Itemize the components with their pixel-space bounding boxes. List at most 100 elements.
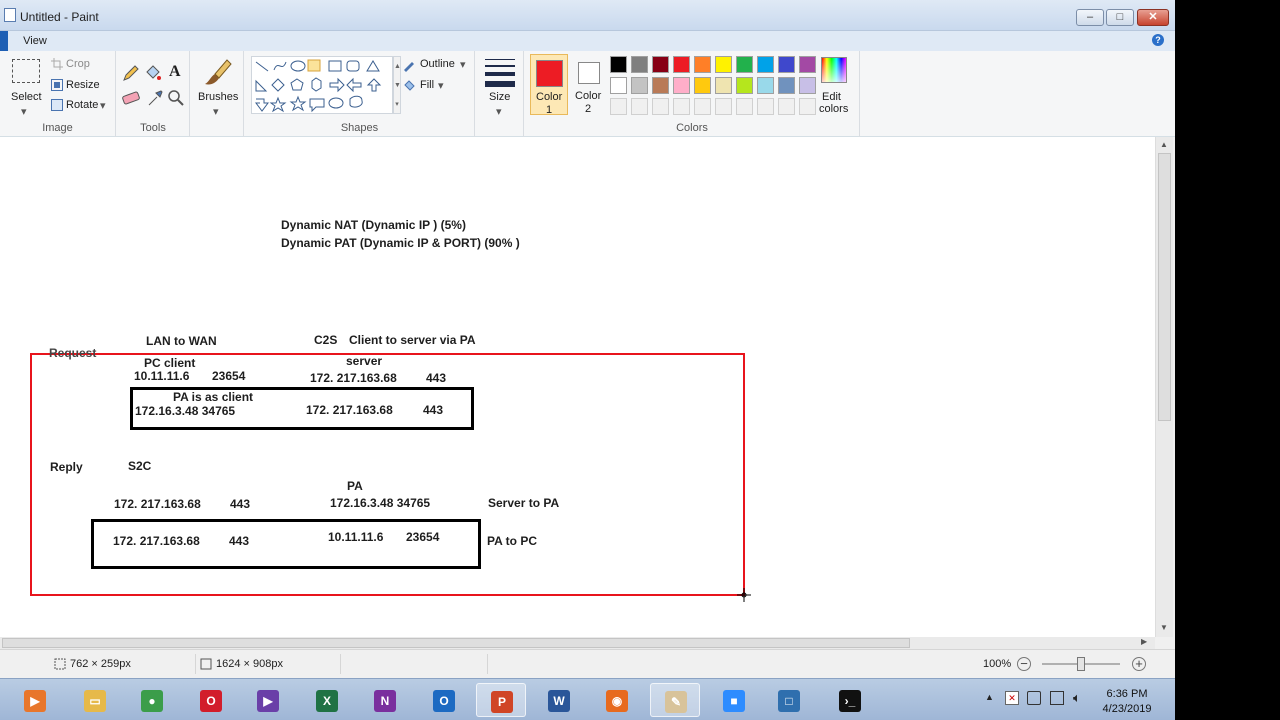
volume-icon[interactable]: 🔈︎: [1073, 690, 1081, 706]
zoom-in-button[interactable]: +: [1132, 657, 1146, 671]
minimize-button[interactable]: –: [1076, 9, 1104, 26]
palette-custom-slot[interactable]: [694, 98, 711, 115]
taskbar-app-firefox[interactable]: ◉: [592, 683, 642, 717]
tab-file[interactable]: [0, 31, 8, 51]
zoom-slider-thumb[interactable]: [1077, 657, 1085, 671]
palette-swatch[interactable]: [610, 56, 627, 73]
zoom-out-button[interactable]: −: [1017, 657, 1031, 671]
palette-swatch[interactable]: [778, 56, 795, 73]
color-picker-icon[interactable]: [146, 89, 164, 107]
select-button[interactable]: Select: [11, 91, 42, 103]
size-icon[interactable]: [485, 59, 515, 87]
pencil-icon[interactable]: [122, 64, 140, 82]
palette-swatch[interactable]: [715, 77, 732, 94]
palette-swatch[interactable]: [631, 77, 648, 94]
select-dropdown-icon[interactable]: ▾: [21, 105, 27, 118]
taskbar-app-windows-media-player[interactable]: ▶: [10, 683, 60, 717]
resize-button[interactable]: Resize: [66, 79, 100, 91]
edit-colors-icon[interactable]: [821, 57, 847, 83]
fill-button[interactable]: Fill: [420, 79, 434, 91]
taskbar-app-outlook[interactable]: O: [419, 683, 469, 717]
palette-swatch[interactable]: [757, 56, 774, 73]
crop-button[interactable]: Crop: [66, 58, 90, 70]
palette-swatch[interactable]: [694, 56, 711, 73]
palette-swatch[interactable]: [673, 77, 690, 94]
brushes-dropdown-icon[interactable]: ▾: [213, 105, 219, 118]
status-separator: [340, 654, 341, 674]
palette-swatch[interactable]: [715, 56, 732, 73]
color1-button[interactable]: Color 1: [530, 54, 568, 116]
taskbar-app-cmd[interactable]: ›_: [825, 683, 875, 717]
brushes-button[interactable]: Brushes: [198, 91, 238, 103]
palette-swatch[interactable]: [736, 77, 753, 94]
palette-custom-slot[interactable]: [778, 98, 795, 115]
taskbar-app-file-explorer[interactable]: ▭: [70, 683, 120, 717]
fill-dropdown-icon[interactable]: ▾: [438, 79, 444, 92]
close-button[interactable]: ✕: [1137, 9, 1169, 26]
horizontal-scrollbar[interactable]: ▶: [0, 637, 1155, 649]
outline-dropdown-icon[interactable]: ▾: [460, 58, 466, 71]
palette-swatch[interactable]: [631, 56, 648, 73]
maximize-button[interactable]: □: [1106, 9, 1134, 26]
paint-app-icon[interactable]: [4, 8, 16, 22]
magnifier-icon[interactable]: [167, 89, 185, 107]
palette-custom-slot[interactable]: [631, 98, 648, 115]
palette-custom-slot[interactable]: [799, 98, 816, 115]
palette-swatch[interactable]: [610, 77, 627, 94]
size-dropdown-icon[interactable]: ▾: [496, 105, 502, 118]
scroll-right-icon[interactable]: ▶: [1141, 637, 1147, 646]
scroll-down-icon[interactable]: ▼: [1160, 623, 1168, 632]
brushes-icon[interactable]: [201, 56, 233, 88]
device-icon[interactable]: [1027, 691, 1041, 705]
palette-custom-slot[interactable]: [610, 98, 627, 115]
taskbar-app-powerpoint[interactable]: P: [476, 683, 526, 717]
text-tool-icon[interactable]: A: [169, 63, 181, 81]
palette-custom-slot[interactable]: [715, 98, 732, 115]
color2-button[interactable]: Color 2: [573, 54, 605, 115]
palette-custom-slot[interactable]: [757, 98, 774, 115]
palette-swatch[interactable]: [673, 56, 690, 73]
shapes-scroll[interactable]: ▲ ▼ ▾: [393, 56, 401, 114]
eraser-icon[interactable]: [122, 89, 140, 107]
palette-custom-slot[interactable]: [673, 98, 690, 115]
palette-swatch[interactable]: [694, 77, 711, 94]
action-center-icon[interactable]: ✕: [1005, 691, 1019, 705]
select-icon[interactable]: [12, 59, 40, 83]
tab-view[interactable]: View: [12, 33, 58, 51]
taskbar-app-paint[interactable]: ✎: [650, 683, 700, 717]
vertical-scroll-thumb[interactable]: [1158, 153, 1171, 421]
taskbar-app-onenote[interactable]: N: [360, 683, 410, 717]
palette-swatch[interactable]: [652, 77, 669, 94]
palette-swatch[interactable]: [757, 77, 774, 94]
system-clock[interactable]: 6:36 PM 4/23/2019: [1094, 687, 1160, 717]
rotate-dropdown-icon[interactable]: ▾: [100, 99, 106, 112]
edit-colors-label-line1[interactable]: Edit: [822, 91, 841, 103]
taskbar-app-word[interactable]: W: [534, 683, 584, 717]
outline-button[interactable]: Outline: [420, 58, 455, 70]
palette-swatch[interactable]: [799, 56, 816, 73]
network-icon[interactable]: [1050, 691, 1064, 705]
rotate-button[interactable]: Rotate: [66, 99, 98, 111]
edit-colors-label-line2[interactable]: colors: [819, 103, 848, 115]
canvas-workspace[interactable]: Dynamic NAT (Dynamic IP ) (5%) Dynamic P…: [0, 137, 1155, 637]
help-icon[interactable]: ?: [1152, 34, 1164, 46]
scroll-up-icon[interactable]: ▲: [1160, 140, 1168, 149]
shapes-gallery[interactable]: [251, 56, 393, 114]
taskbar-app-chrome[interactable]: ●: [127, 683, 177, 717]
palette-swatch[interactable]: [778, 77, 795, 94]
taskbar-app-virtualbox[interactable]: □: [764, 683, 814, 717]
horizontal-scroll-thumb[interactable]: [2, 638, 910, 648]
palette-swatch[interactable]: [799, 77, 816, 94]
vertical-scrollbar[interactable]: ▲ ▼: [1155, 137, 1173, 637]
tray-expand-icon[interactable]: ▲: [985, 692, 994, 702]
taskbar-app-opera[interactable]: O: [186, 683, 236, 717]
palette-custom-slot[interactable]: [652, 98, 669, 115]
palette-swatch[interactable]: [652, 56, 669, 73]
palette-custom-slot[interactable]: [736, 98, 753, 115]
palette-swatch[interactable]: [736, 56, 753, 73]
fill-bucket-icon[interactable]: [144, 64, 162, 82]
size-button[interactable]: Size: [489, 91, 510, 103]
taskbar-app-visual-studio[interactable]: ▶: [243, 683, 293, 717]
taskbar-app-zoom[interactable]: ■: [709, 683, 759, 717]
taskbar-app-excel[interactable]: X: [302, 683, 352, 717]
